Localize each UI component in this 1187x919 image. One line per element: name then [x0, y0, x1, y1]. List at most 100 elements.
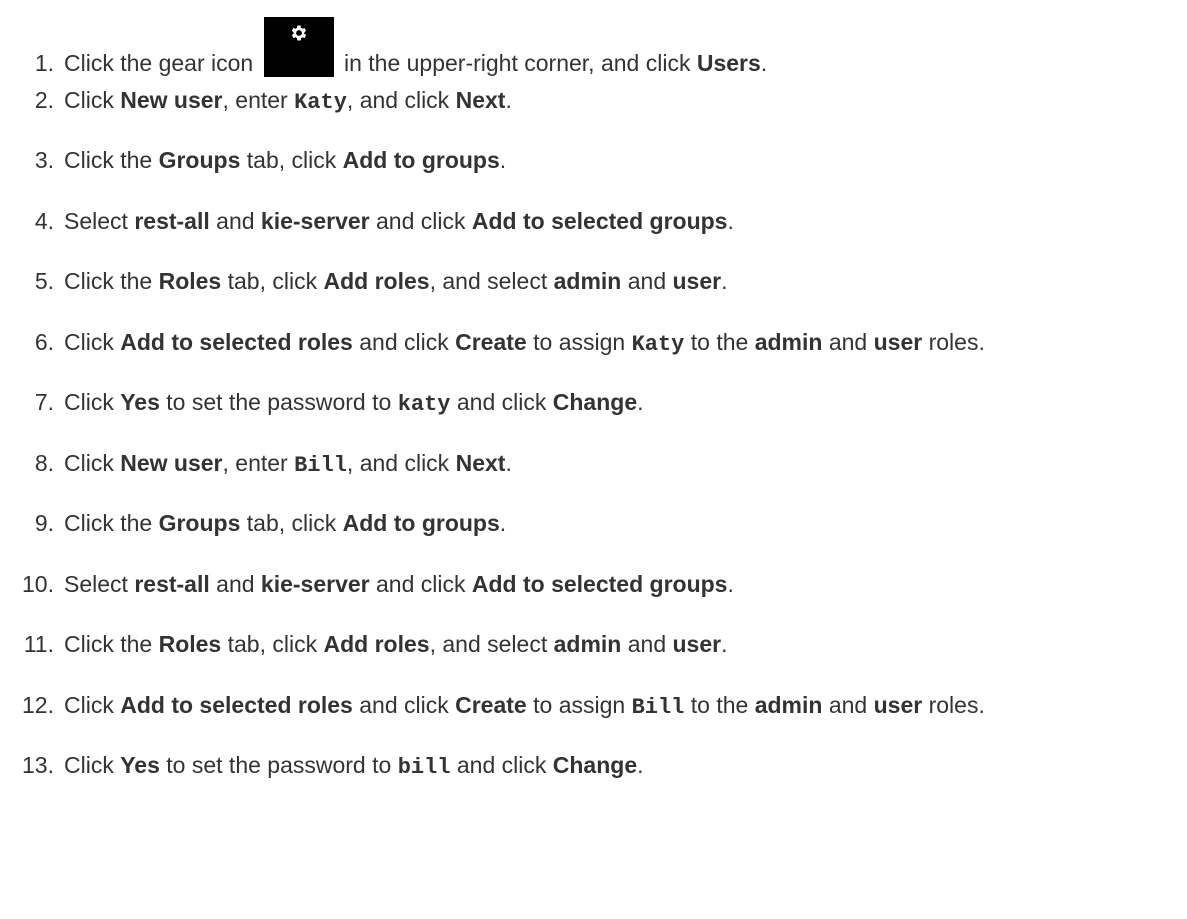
step-text: .: [727, 208, 734, 234]
step-number: 11.: [23, 631, 54, 657]
step-text: Click the gear icon: [64, 50, 260, 76]
step-item: 1. Click the gear icon in the upper-right…: [0, 17, 1187, 77]
bold-text: Next: [455, 450, 506, 476]
step-text: , enter: [222, 87, 295, 113]
step-text: Select: [64, 208, 135, 234]
step-text: and click: [352, 692, 456, 718]
step-item: 4. Select rest-all and kie-server and cli…: [0, 201, 1187, 241]
step-number: 5.: [34, 268, 54, 294]
bold-text: Add to groups: [342, 147, 500, 173]
bold-text: Add to selected groups: [471, 208, 728, 234]
bold-text: Add to selected roles: [120, 692, 353, 718]
step-text: and: [822, 692, 874, 718]
code-text: Bill: [631, 695, 685, 720]
step-item: 2. Click New user, enter Katy, and click …: [0, 80, 1187, 120]
bold-text: Add to selected roles: [120, 329, 353, 355]
step-text: to set the password to: [159, 389, 398, 415]
gear-icon: [263, 17, 334, 77]
step-number: 7.: [34, 389, 54, 415]
step-text: Click the: [64, 510, 159, 536]
step-text: to the: [684, 692, 755, 718]
step-text: Click: [64, 692, 121, 718]
step-text: tab, click: [240, 510, 343, 536]
step-item: 3. Click the Groups tab, click Add to gro…: [0, 140, 1187, 180]
step-text: .: [721, 268, 728, 294]
bold-text: admin: [553, 631, 622, 657]
step-text: Click the: [64, 631, 159, 657]
step-text: tab, click: [221, 631, 324, 657]
step-number: 9.: [34, 510, 54, 536]
step-text: .: [499, 147, 507, 173]
step-text: .: [637, 752, 644, 778]
step-text: and: [209, 571, 261, 597]
step-text: .: [727, 571, 734, 597]
bold-text: admin: [754, 329, 823, 355]
step-text: and: [621, 268, 673, 294]
step-text: Click the: [64, 147, 159, 173]
bold-text: Add roles: [323, 631, 430, 657]
bold-text: Next: [455, 87, 506, 113]
bold-text: Roles: [158, 631, 222, 657]
bold-text: Yes: [120, 752, 160, 778]
code-text: katy: [397, 392, 451, 417]
step-text: roles.: [922, 329, 985, 355]
step-text: and click: [450, 752, 553, 778]
step-text: .: [637, 389, 644, 415]
step-item: 7. Click Yes to set the password to katy …: [0, 382, 1187, 422]
bold-text: user: [873, 329, 923, 355]
bold-text: Groups: [158, 147, 241, 173]
step-text: and: [621, 631, 673, 657]
step-text: , enter: [222, 450, 295, 476]
step-text: and click: [369, 571, 472, 597]
bold-text: Change: [552, 752, 638, 778]
step-text: .: [721, 631, 728, 657]
step-item: 13. Click Yes to set the password to bill…: [0, 745, 1187, 785]
step-text: and click: [352, 329, 456, 355]
step-item: 5. Click the Roles tab, click Add roles, …: [0, 261, 1187, 301]
step-item: 11. Click the Roles tab, click Add roles,…: [0, 624, 1187, 664]
step-text: .: [505, 87, 512, 113]
step-number: 4.: [34, 208, 54, 234]
bold-text: Create: [455, 329, 527, 355]
step-number: 6.: [34, 329, 54, 355]
step-item: 8. Click New user, enter Bill, and click …: [0, 443, 1187, 483]
step-number: 8.: [34, 450, 54, 476]
bold-text: kie-server: [260, 208, 370, 234]
step-text: , and click: [346, 450, 456, 476]
step-text: Click: [64, 389, 121, 415]
step-text: to assign: [526, 329, 632, 355]
step-text: roles.: [922, 692, 985, 718]
step-text: Click the: [64, 268, 159, 294]
code-text: bill: [397, 755, 451, 780]
bold-text: admin: [553, 268, 622, 294]
bold-text: Add to groups: [342, 510, 500, 536]
step-text: and click: [369, 208, 472, 234]
bold-text: Create: [455, 692, 527, 718]
step-text: .: [760, 50, 768, 76]
bold-text: admin: [754, 692, 823, 718]
code-text: Katy: [294, 90, 347, 115]
step-number: 1.: [34, 50, 54, 76]
bold-text: Yes: [120, 389, 160, 415]
step-text: to set the password to: [159, 752, 398, 778]
step-number: 13.: [22, 752, 54, 778]
bold-text: kie-server: [260, 571, 370, 597]
step-item: 10. Select rest-all and kie-server and cl…: [0, 564, 1187, 604]
bold-text: rest-all: [134, 571, 210, 597]
code-text: Katy: [631, 332, 685, 357]
step-text: , and select: [429, 631, 554, 657]
bold-text: New user: [120, 450, 223, 476]
step-text: Click: [64, 752, 121, 778]
bold-text: Roles: [158, 268, 222, 294]
bold-text: Change: [552, 389, 638, 415]
step-text: Click: [64, 329, 121, 355]
bold-text: New user: [120, 87, 223, 113]
step-number: 10.: [22, 571, 54, 597]
step-text: , and click: [346, 87, 456, 113]
step-text: .: [499, 510, 507, 536]
step-item: 9. Click the Groups tab, click Add to gro…: [0, 503, 1187, 543]
bold-text: user: [672, 631, 722, 657]
step-text: and: [822, 329, 874, 355]
bold-text: user: [672, 268, 722, 294]
step-text: tab, click: [221, 268, 324, 294]
